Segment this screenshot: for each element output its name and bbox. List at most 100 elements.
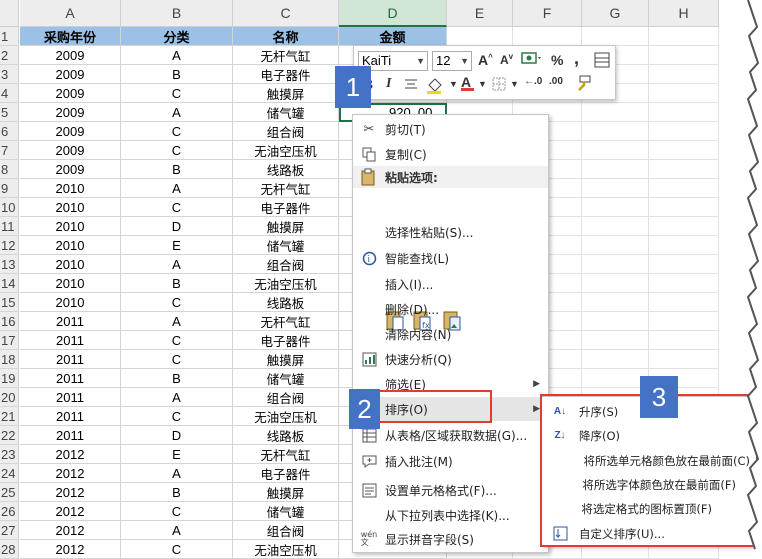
row-header[interactable]: 3 (0, 65, 19, 84)
table-cell-name[interactable]: 无油空压机 (233, 540, 339, 559)
table-cell-category[interactable]: C (121, 84, 233, 103)
table-cell-category[interactable]: C (121, 198, 233, 217)
menu-item-paste-special[interactable]: 选择性粘贴(S)... (353, 220, 548, 244)
table-cell-year[interactable]: 2010 (20, 293, 121, 312)
table-cell-category[interactable]: C (121, 350, 233, 369)
table-cell-category[interactable]: B (121, 65, 233, 84)
row-header[interactable]: 8 (0, 160, 19, 179)
row-header[interactable]: 23 (0, 445, 19, 464)
empty-cell[interactable] (447, 27, 513, 46)
table-cell-name[interactable]: 触摸屏 (233, 483, 339, 502)
table-cell-category[interactable]: B (121, 274, 233, 293)
table-header-cell[interactable]: 分类 (121, 27, 233, 46)
menu-item-cut[interactable]: ✂ 剪切(T) (353, 117, 548, 141)
table-header-cell[interactable]: 金额 (339, 27, 447, 46)
menu-item-delete[interactable]: 删除(D)... (353, 297, 548, 321)
column-header-d[interactable]: D (339, 0, 447, 27)
row-header[interactable]: 26 (0, 502, 19, 521)
row-header[interactable]: 15 (0, 293, 19, 312)
empty-cell[interactable] (582, 331, 649, 350)
table-cell-name[interactable]: 无杆气缸 (233, 445, 339, 464)
row-header[interactable]: 27 (0, 521, 19, 540)
empty-cell[interactable] (582, 312, 649, 331)
row-header[interactable]: 14 (0, 274, 19, 293)
row-header[interactable]: 16 (0, 312, 19, 331)
empty-cell[interactable] (582, 369, 649, 388)
table-cell-year[interactable]: 2010 (20, 179, 121, 198)
decrease-font-button[interactable]: Av (500, 52, 513, 67)
table-cell-category[interactable]: C (121, 141, 233, 160)
table-cell-name[interactable]: 组合阀 (233, 388, 339, 407)
table-cell-year[interactable]: 2011 (20, 388, 121, 407)
empty-cell[interactable] (582, 141, 649, 160)
table-cell-category[interactable]: A (121, 103, 233, 122)
table-cell-name[interactable]: 无杆气缸 (233, 312, 339, 331)
select-all-corner[interactable] (0, 0, 19, 27)
row-header[interactable]: 28 (0, 540, 19, 559)
italic-button[interactable]: I (386, 76, 391, 92)
empty-cell[interactable] (649, 65, 719, 84)
row-header[interactable]: 24 (0, 464, 19, 483)
menu-item-smart-lookup[interactable]: i 智能查找(L) (353, 246, 548, 270)
chevron-down-icon[interactable]: ▼ (478, 79, 487, 89)
table-cell-year[interactable]: 2010 (20, 255, 121, 274)
accounting-format-icon[interactable] (521, 50, 543, 71)
table-cell-year[interactable]: 2012 (20, 502, 121, 521)
table-cell-year[interactable]: 2011 (20, 312, 121, 331)
empty-cell[interactable] (649, 293, 719, 312)
menu-item-format-cells[interactable]: 设置单元格格式(F)... (353, 478, 548, 502)
table-cell-category[interactable]: C (121, 293, 233, 312)
percent-style-button[interactable]: % (551, 52, 563, 68)
empty-cell[interactable] (582, 255, 649, 274)
table-cell-year[interactable]: 2012 (20, 445, 121, 464)
table-cell-name[interactable]: 无油空压机 (233, 274, 339, 293)
column-header-c[interactable]: C (233, 0, 339, 27)
table-cell-category[interactable]: A (121, 388, 233, 407)
column-header-g[interactable]: G (582, 0, 649, 27)
table-cell-year[interactable]: 2012 (20, 521, 121, 540)
table-cell-category[interactable]: C (121, 407, 233, 426)
table-cell-category[interactable]: B (121, 160, 233, 179)
table-cell-name[interactable]: 储气罐 (233, 502, 339, 521)
table-cell-name[interactable]: 无杆气缸 (233, 46, 339, 65)
table-cell-category[interactable]: C (121, 331, 233, 350)
table-cell-category[interactable]: A (121, 179, 233, 198)
row-header[interactable]: 22 (0, 426, 19, 445)
table-cell-name[interactable]: 无油空压机 (233, 407, 339, 426)
table-cell-name[interactable]: 触摸屏 (233, 217, 339, 236)
row-header[interactable]: 20 (0, 388, 19, 407)
table-cell-name[interactable]: 储气罐 (233, 369, 339, 388)
empty-cell[interactable] (582, 122, 649, 141)
empty-cell[interactable] (582, 198, 649, 217)
row-header[interactable]: 10 (0, 198, 19, 217)
row-header[interactable]: 9 (0, 179, 19, 198)
row-header[interactable]: 17 (0, 331, 19, 350)
table-cell-year[interactable]: 2011 (20, 331, 121, 350)
row-header[interactable]: 6 (0, 122, 19, 141)
table-cell-year[interactable]: 2009 (20, 141, 121, 160)
table-cell-name[interactable]: 电子器件 (233, 198, 339, 217)
table-cell-year[interactable]: 2010 (20, 198, 121, 217)
empty-cell[interactable] (582, 236, 649, 255)
empty-cell[interactable] (649, 236, 719, 255)
table-cell-category[interactable]: A (121, 255, 233, 274)
table-cell-year[interactable]: 2009 (20, 65, 121, 84)
table-header-cell[interactable]: 采购年份 (20, 27, 121, 46)
table-cell-category[interactable]: E (121, 236, 233, 255)
table-cell-name[interactable]: 电子器件 (233, 464, 339, 483)
row-header[interactable]: 19 (0, 369, 19, 388)
menu-item-clear[interactable]: 清除内容(N) (353, 322, 548, 346)
table-cell-category[interactable]: A (121, 312, 233, 331)
menu-item-insert[interactable]: 插入(I)... (353, 272, 548, 296)
table-cell-year[interactable]: 2012 (20, 483, 121, 502)
font-color-button[interactable]: A (461, 74, 474, 91)
table-cell-name[interactable]: 无油空压机 (233, 141, 339, 160)
menu-item-copy[interactable]: 复制(C) (353, 142, 548, 166)
font-size-box[interactable]: 12 ▼ (432, 51, 472, 71)
borders-icon[interactable] (492, 77, 506, 94)
empty-cell[interactable] (649, 350, 719, 369)
increase-font-button[interactable]: A^ (478, 52, 493, 68)
empty-cell[interactable] (649, 122, 719, 141)
table-cell-name[interactable]: 组合阀 (233, 122, 339, 141)
empty-cell[interactable] (649, 198, 719, 217)
